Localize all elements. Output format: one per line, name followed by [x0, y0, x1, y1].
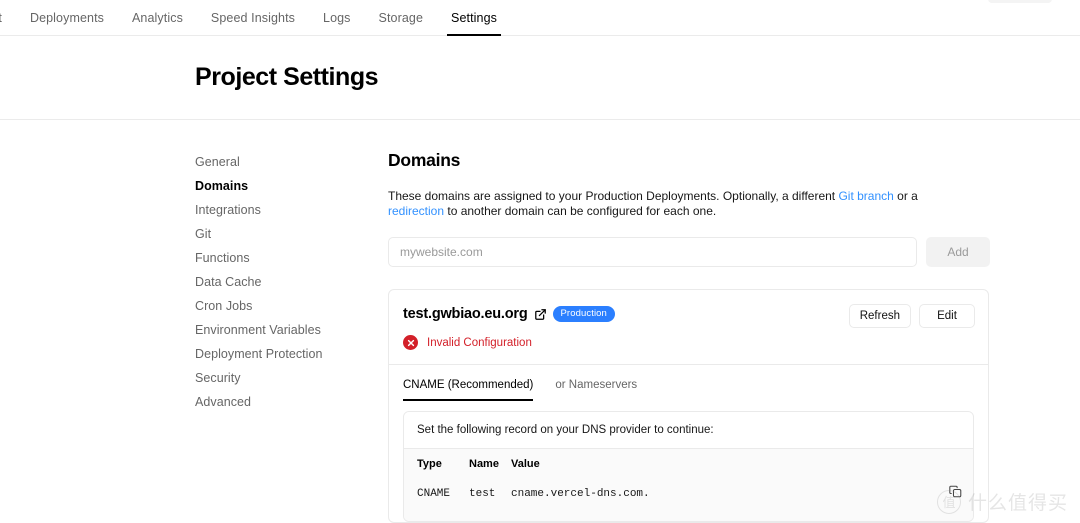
nav-tab-logs[interactable]: Logs [309, 0, 365, 35]
copy-icon[interactable] [949, 485, 962, 498]
sidebar-item-functions[interactable]: Functions [195, 246, 388, 270]
section-description: These domains are assigned to your Produ… [388, 189, 970, 218]
nav-tab-storage[interactable]: Storage [365, 0, 437, 35]
page-title: Project Settings [195, 63, 379, 91]
domain-card-actions: Refresh Edit [848, 304, 975, 328]
desc-part-2: or a [893, 189, 918, 203]
top-navigation: ct Deployments Analytics Speed Insights … [0, 0, 1080, 36]
sidebar-item-deployment-protection[interactable]: Deployment Protection [195, 342, 388, 366]
cell-value: cname.vercel-dns.com. [511, 488, 650, 500]
top-right-placeholder [988, 0, 1052, 3]
sidebar-item-security[interactable]: Security [195, 366, 388, 390]
nav-tab-label: Analytics [132, 10, 183, 25]
domain-card: test.gwbiao.eu.org Production Invalid Co… [388, 289, 989, 523]
status-badge-production: Production [552, 306, 615, 322]
sidebar-item-cron-jobs[interactable]: Cron Jobs [195, 294, 388, 318]
nav-tab-deployments[interactable]: Deployments [16, 0, 118, 35]
nav-tab-speed-insights[interactable]: Speed Insights [197, 0, 309, 35]
desc-part-3: to another domain can be configured for … [444, 203, 717, 218]
page-layout: General Domains Integrations Git Functio… [0, 120, 1080, 523]
nav-tab-settings[interactable]: Settings [437, 0, 511, 36]
settings-sidebar: General Domains Integrations Git Functio… [195, 150, 388, 523]
page-header: Project Settings [0, 36, 1080, 120]
external-link-icon[interactable] [534, 308, 546, 320]
nav-tab-analytics[interactable]: Analytics [118, 0, 197, 35]
column-header-type: Type [417, 458, 442, 470]
nav-tab-label: Storage [378, 10, 424, 25]
settings-content: Domains These domains are assigned to yo… [388, 150, 1080, 523]
table-header-row: Type Name Value [417, 449, 960, 479]
domain-card-body: CNAME (Recommended) or Nameservers Set t… [389, 365, 988, 522]
sidebar-item-advanced[interactable]: Advanced [195, 390, 388, 414]
sidebar-item-git[interactable]: Git [195, 222, 388, 246]
tab-cname[interactable]: CNAME (Recommended) [403, 379, 534, 401]
cell-type: CNAME [417, 488, 451, 500]
sidebar-item-environment-variables[interactable]: Environment Variables [195, 318, 388, 342]
domain-card-header: test.gwbiao.eu.org Production Invalid Co… [389, 290, 988, 365]
edit-button[interactable]: Edit [919, 304, 975, 328]
sidebar-item-data-cache[interactable]: Data Cache [195, 270, 388, 294]
dns-instruction: Set the following record on your DNS pro… [404, 412, 973, 448]
error-circle-icon [403, 335, 418, 350]
nav-tab-label: Settings [451, 10, 497, 25]
domain-status-row: Invalid Configuration [403, 335, 974, 350]
nav-tab-label: Deployments [29, 10, 104, 25]
sidebar-item-general[interactable]: General [195, 150, 388, 174]
nav-tab-label: Speed Insights [210, 10, 296, 25]
nav-tab-project[interactable]: ct [0, 0, 16, 35]
dns-record-table: Type Name Value CNAME test cname.vercel-… [404, 448, 973, 521]
section-title: Domains [388, 150, 461, 170]
top-nav-tabs: ct Deployments Analytics Speed Insights … [0, 0, 511, 36]
add-domain-form: Add [388, 237, 990, 267]
cell-name: test [469, 488, 496, 500]
nav-tab-label: Logs [323, 10, 351, 25]
nav-tab-label: ct [0, 11, 2, 25]
domain-input[interactable] [388, 237, 917, 267]
sidebar-item-integrations[interactable]: Integrations [195, 198, 388, 222]
git-branch-link[interactable]: Git branch [838, 189, 893, 203]
dns-record-box: Set the following record on your DNS pro… [403, 411, 974, 522]
tab-nameservers[interactable]: or Nameservers [555, 379, 637, 401]
redirection-link[interactable]: redirection [388, 204, 444, 218]
dns-method-tabs: CNAME (Recommended) or Nameservers [403, 379, 974, 402]
domain-status-text: Invalid Configuration [427, 336, 532, 349]
desc-part-1: These domains are assigned to your Produ… [388, 189, 839, 203]
table-row: CNAME test cname.vercel-dns.com. [417, 479, 960, 509]
domain-name[interactable]: test.gwbiao.eu.org [403, 306, 528, 322]
refresh-button[interactable]: Refresh [848, 304, 911, 328]
sidebar-item-domains[interactable]: Domains [195, 174, 388, 198]
dns-table-footer-space [417, 509, 960, 521]
column-header-value: Value [511, 458, 540, 470]
column-header-name: Name [469, 458, 499, 470]
add-domain-button[interactable]: Add [926, 237, 990, 267]
